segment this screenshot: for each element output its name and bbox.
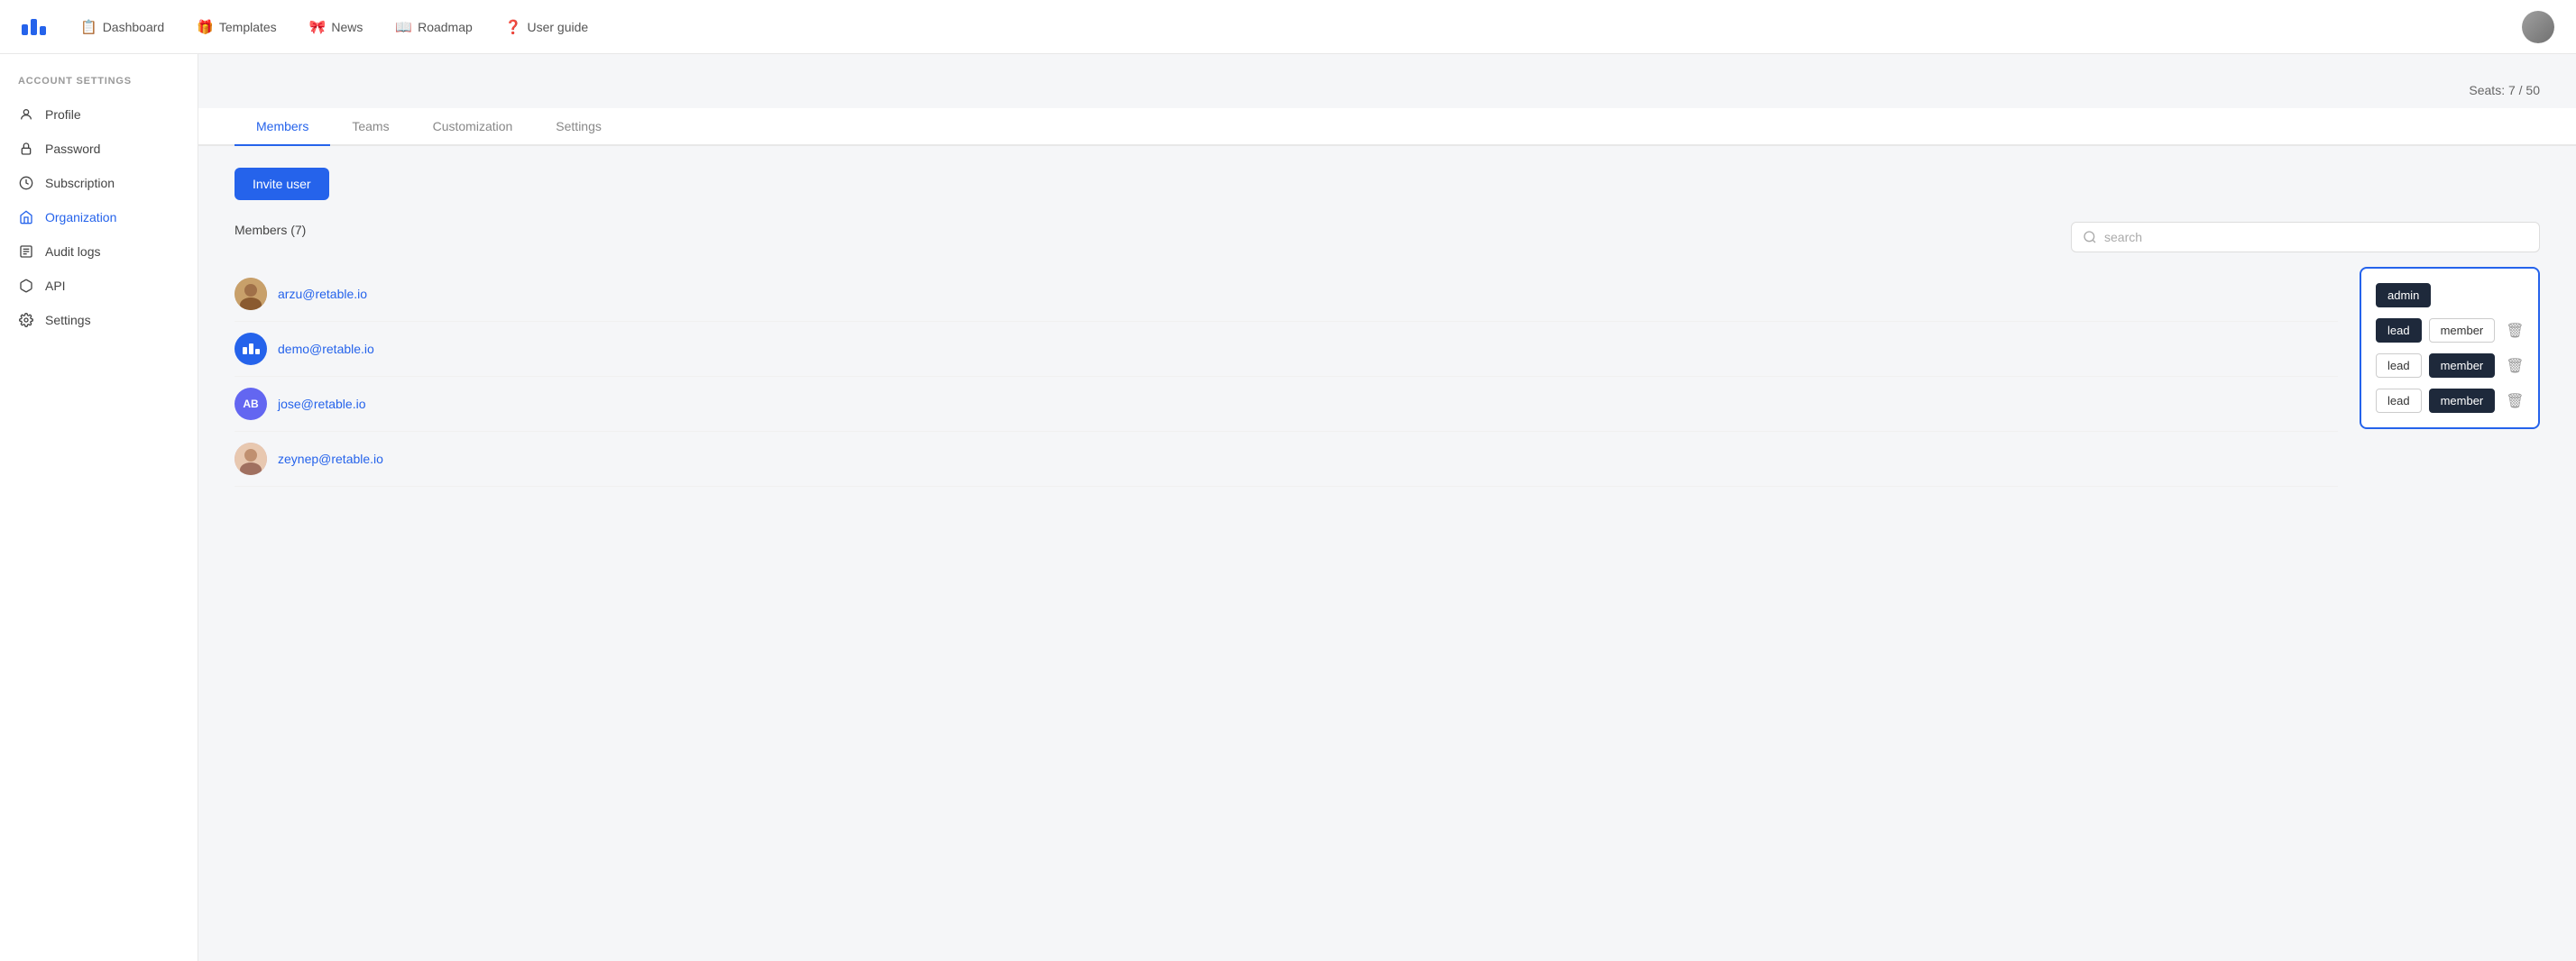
sidebar-password-label: Password [45, 142, 100, 156]
members-list: arzu@retable.io demo@retable.io [235, 267, 2338, 487]
main-content: Seats: 7 / 50 Members Teams Customizatio… [198, 54, 2576, 961]
members-panel: arzu@retable.io demo@retable.io [235, 267, 2540, 487]
audit-logs-icon [18, 243, 34, 260]
tab-customization[interactable]: Customization [411, 108, 535, 146]
member-row: demo@retable.io [235, 322, 2338, 377]
sidebar-api-label: API [45, 279, 66, 293]
sidebar-organization-label: Organization [45, 210, 116, 224]
sidebar-item-organization[interactable]: Organization [0, 200, 198, 234]
seats-info: Seats: 7 / 50 [235, 83, 2540, 97]
member-email-jose[interactable]: jose@retable.io [278, 397, 366, 411]
logo-bar-1 [22, 24, 28, 35]
logo-icon [22, 19, 46, 35]
password-icon [18, 141, 34, 157]
member-row: arzu@retable.io [235, 267, 2338, 322]
nav-templates[interactable]: 🎁 Templates [184, 14, 290, 41]
member-avatar [235, 278, 267, 310]
role-row-arzu: admin [2376, 283, 2524, 307]
demo-logo-icon [243, 343, 260, 354]
top-nav: 📋 Dashboard 🎁 Templates 🎀 News 📖 Roadmap… [0, 0, 2576, 54]
sidebar-item-profile[interactable]: Profile [0, 97, 198, 132]
dashboard-icon: 📋 [80, 19, 97, 35]
tab-members[interactable]: Members [235, 108, 330, 146]
profile-icon [18, 106, 34, 123]
user-avatar[interactable] [2522, 11, 2554, 43]
organization-icon [18, 209, 34, 225]
role-row-demo: lead member 🗑 [2376, 318, 2524, 343]
members-header: Members (7) [235, 223, 306, 237]
logo-bar-3 [40, 26, 46, 35]
settings-icon [18, 312, 34, 328]
sidebar-subscription-label: Subscription [45, 176, 115, 190]
nav-dashboard[interactable]: 📋 Dashboard [68, 14, 177, 41]
sidebar-item-audit-logs[interactable]: Audit logs [0, 234, 198, 269]
nav-roadmap[interactable]: 📖 Roadmap [382, 14, 484, 41]
sidebar-audit-logs-label: Audit logs [45, 244, 100, 259]
api-icon [18, 278, 34, 294]
tab-settings[interactable]: Settings [534, 108, 623, 146]
role-lead-button-jose[interactable]: lead [2376, 353, 2422, 378]
logo-bar-2 [31, 19, 37, 35]
role-admin-button[interactable]: admin [2376, 283, 2431, 307]
role-row-zeynep: lead member 🗑 [2376, 389, 2524, 413]
member-row: zeynep@retable.io [235, 432, 2338, 487]
nav-roadmap-label: Roadmap [418, 20, 473, 34]
role-row-jose: lead member 🗑 [2376, 353, 2524, 378]
avatar-image-arzu [235, 278, 267, 310]
sidebar-settings-label: Settings [45, 313, 91, 327]
search-container [2071, 222, 2540, 252]
logo[interactable] [22, 19, 46, 35]
nav-news-label: News [331, 20, 363, 34]
sidebar-profile-label: Profile [45, 107, 81, 122]
member-email-demo[interactable]: demo@retable.io [278, 342, 374, 356]
role-member-button-demo[interactable]: member [2429, 318, 2496, 343]
templates-icon: 🎁 [197, 19, 214, 35]
nav-user-guide-label: User guide [527, 20, 588, 34]
role-lead-button-demo[interactable]: lead [2376, 318, 2422, 343]
member-email-arzu[interactable]: arzu@retable.io [278, 287, 367, 301]
member-avatar [235, 333, 267, 365]
tab-teams[interactable]: Teams [330, 108, 410, 146]
nav-news[interactable]: 🎀 News [297, 14, 376, 41]
nav-user-guide[interactable]: ❓ User guide [492, 14, 601, 41]
sidebar-item-api[interactable]: API [0, 269, 198, 303]
delete-icon-jose[interactable]: 🗑 [2506, 357, 2524, 375]
subscription-icon [18, 175, 34, 191]
role-panel: admin lead member 🗑 lead member 🗑 lead [2360, 267, 2540, 429]
member-avatar: AB [235, 388, 267, 420]
role-member-button-zeynep[interactable]: member [2429, 389, 2496, 413]
member-email-zeynep[interactable]: zeynep@retable.io [278, 452, 383, 466]
news-icon: 🎀 [309, 19, 327, 35]
nav-templates-label: Templates [219, 20, 277, 34]
nav-dashboard-label: Dashboard [103, 20, 165, 34]
delete-icon-demo[interactable]: 🗑 [2506, 322, 2524, 340]
sidebar: ACCOUNT SETTINGS Profile Password [0, 54, 198, 961]
role-member-button-jose[interactable]: member [2429, 353, 2496, 378]
member-avatar [235, 443, 267, 475]
main-layout: ACCOUNT SETTINGS Profile Password [0, 54, 2576, 961]
sidebar-item-password[interactable]: Password [0, 132, 198, 166]
avatar-image-zeynep [235, 443, 267, 475]
roadmap-icon: 📖 [395, 19, 412, 35]
seats-label: Seats: 7 / 50 [2469, 83, 2540, 97]
sidebar-item-subscription[interactable]: Subscription [0, 166, 198, 200]
search-input[interactable] [2104, 230, 2528, 244]
delete-icon-zeynep[interactable]: 🗑 [2506, 392, 2524, 410]
sidebar-section-title: ACCOUNT SETTINGS [0, 76, 198, 97]
tabs: Members Teams Customization Settings [198, 108, 2576, 146]
sidebar-item-settings[interactable]: Settings [0, 303, 198, 337]
user-guide-icon: ❓ [505, 19, 522, 35]
role-lead-button-zeynep[interactable]: lead [2376, 389, 2422, 413]
search-icon [2083, 230, 2097, 244]
avatar-image [2522, 11, 2554, 43]
invite-user-button[interactable]: Invite user [235, 168, 329, 200]
member-row: AB jose@retable.io [235, 377, 2338, 432]
